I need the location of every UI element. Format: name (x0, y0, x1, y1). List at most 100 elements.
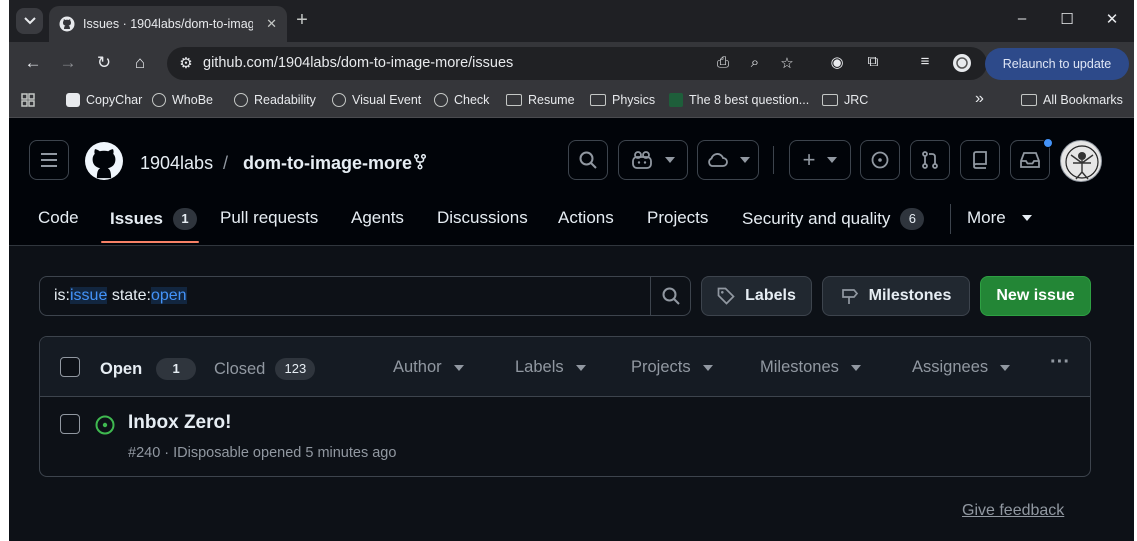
assignees-filter[interactable]: Assignees (912, 358, 1011, 377)
github-favicon-icon (59, 16, 75, 32)
chevron-down-icon (1021, 215, 1032, 221)
labels-button[interactable]: Labels (701, 276, 812, 316)
reload-icon[interactable]: ↻ (92, 52, 116, 74)
tab-actions[interactable]: Actions (558, 208, 614, 228)
github-header: 1904labs / dom-to-image-more + Code Issu… (9, 118, 1134, 246)
bookmark-resume[interactable]: Resume (506, 93, 575, 107)
maximize-icon[interactable]: ☐ (1057, 10, 1077, 28)
issues-list-header: Open 1 Closed 123 Author Labels Projects… (40, 337, 1090, 397)
tab-code[interactable]: Code (38, 208, 79, 228)
open-issues-tab[interactable]: Open 1 (100, 358, 197, 380)
tab-more[interactable]: More (967, 208, 1032, 228)
home-icon[interactable]: ⌂ (128, 52, 152, 74)
bookmark-visual-event[interactable]: Visual Event (332, 93, 421, 107)
zoom-icon[interactable]: ⌕ (745, 54, 765, 74)
bookmarks-bar: CopyChar WhoBe Readability Visual Event … (9, 84, 1134, 118)
bookmark-jrc[interactable]: JRC (822, 93, 868, 107)
tab-search-button[interactable] (16, 8, 43, 34)
relaunch-button[interactable]: Relaunch to update (985, 48, 1129, 80)
issues-search-input[interactable]: is:issue state:open (39, 276, 691, 316)
issue-checkbox[interactable] (60, 414, 80, 434)
author-filter[interactable]: Author (393, 358, 464, 377)
menu-button[interactable] (29, 140, 69, 180)
issue-meta: #240 · IDisposable opened 5 minutes ago (128, 445, 397, 461)
chevron-down-icon (575, 364, 586, 371)
close-window-icon[interactable]: ✕ (1102, 10, 1122, 28)
browser-window: Issues · 1904labs/dom-to-image-more ✕ + … (9, 0, 1134, 541)
tab-projects[interactable]: Projects (647, 208, 708, 228)
tab-security[interactable]: Security and quality 6 (742, 208, 925, 230)
closed-count: 123 (275, 358, 316, 380)
projects-filter[interactable]: Projects (631, 358, 713, 377)
site-info-icon[interactable]: ⚙ (176, 54, 196, 74)
tab-discussions[interactable]: Discussions (437, 208, 528, 228)
pull-requests-shortcut-button[interactable] (910, 140, 950, 180)
minimize-icon[interactable]: – (1012, 10, 1032, 27)
issue-title[interactable]: Inbox Zero! (128, 412, 231, 434)
repositories-button[interactable] (960, 140, 1000, 180)
folder-icon (506, 94, 522, 106)
browser-tab[interactable]: Issues · 1904labs/dom-to-image-more ✕ (49, 6, 287, 42)
url-text[interactable]: github.com/1904labs/dom-to-image-more/is… (203, 55, 513, 71)
search-icon (662, 287, 680, 305)
new-issue-button[interactable]: New issue (980, 276, 1091, 316)
open-count: 1 (156, 358, 197, 380)
all-bookmarks-button[interactable]: All Bookmarks (1021, 93, 1123, 107)
tab-issues[interactable]: Issues 1 (110, 208, 197, 230)
user-avatar[interactable] (1060, 140, 1102, 182)
close-tab-icon[interactable]: ✕ (266, 16, 277, 32)
fork-icon[interactable] (413, 153, 427, 175)
closed-issues-tab[interactable]: Closed 123 (214, 358, 316, 380)
chevron-down-icon (453, 364, 464, 371)
github-logo-icon[interactable] (85, 142, 123, 185)
back-icon[interactable]: ← (21, 52, 45, 74)
tab-agents[interactable]: Agents (351, 208, 404, 228)
tab-title: Issues · 1904labs/dom-to-image-more (83, 17, 253, 31)
security-counter: 6 (900, 208, 925, 230)
search-button[interactable] (568, 140, 608, 180)
codespaces-button[interactable] (697, 140, 759, 180)
chevron-down-icon (850, 364, 861, 371)
bookmark-check[interactable]: Check (434, 93, 489, 107)
media-queue-icon[interactable]: ≡ (915, 53, 935, 73)
folder-icon (1021, 94, 1037, 106)
pull-request-icon (922, 151, 938, 169)
search-submit-button[interactable] (650, 277, 690, 315)
extensions-icon[interactable]: ⧉ (863, 53, 883, 73)
install-app-icon[interactable]: ⎙ (713, 54, 733, 74)
bookmark-star-icon[interactable]: ☆ (777, 54, 797, 74)
milestone-icon (841, 289, 858, 304)
bookmarks-overflow-button[interactable]: » (975, 90, 984, 108)
globe-icon (234, 93, 248, 107)
cookie-extension-icon[interactable]: ◉ (827, 53, 847, 73)
tab-pull-requests[interactable]: Pull requests (220, 208, 318, 228)
more-options-icon[interactable]: ··· (1050, 351, 1070, 374)
issues-shortcut-button[interactable] (860, 140, 900, 180)
globe-icon (434, 93, 448, 107)
milestones-filter[interactable]: Milestones (760, 358, 861, 377)
repo-name-link[interactable]: dom-to-image-more (243, 153, 412, 174)
issues-list: Open 1 Closed 123 Author Labels Projects… (39, 336, 1091, 477)
copilot-icon (632, 151, 652, 169)
create-new-button[interactable]: + (789, 140, 851, 180)
labels-filter[interactable]: Labels (515, 358, 586, 377)
bookmark-readability[interactable]: Readability (234, 93, 316, 107)
copilot-button[interactable] (618, 140, 688, 180)
profile-avatar[interactable] (952, 53, 972, 73)
bookmark-best-questions[interactable]: The 8 best question... (669, 93, 809, 107)
tag-icon (717, 287, 735, 305)
forward-icon[interactable]: → (56, 52, 80, 74)
search-icon (579, 151, 597, 169)
search-query[interactable]: is:issue state:open (54, 287, 187, 305)
chevron-down-icon (23, 17, 36, 25)
bookmark-copychar[interactable]: CopyChar (66, 93, 142, 107)
repo-owner-link[interactable]: 1904labs (140, 153, 213, 174)
select-all-checkbox[interactable] (60, 357, 80, 377)
milestones-button[interactable]: Milestones (822, 276, 970, 316)
bookmark-whobe[interactable]: WhoBe (152, 93, 213, 107)
new-tab-button[interactable]: + (291, 10, 313, 32)
tab-strip: Issues · 1904labs/dom-to-image-more ✕ + … (9, 0, 1134, 42)
bookmark-physics[interactable]: Physics (590, 93, 655, 107)
apps-icon[interactable] (21, 93, 35, 107)
give-feedback-link[interactable]: Give feedback (962, 502, 1064, 520)
